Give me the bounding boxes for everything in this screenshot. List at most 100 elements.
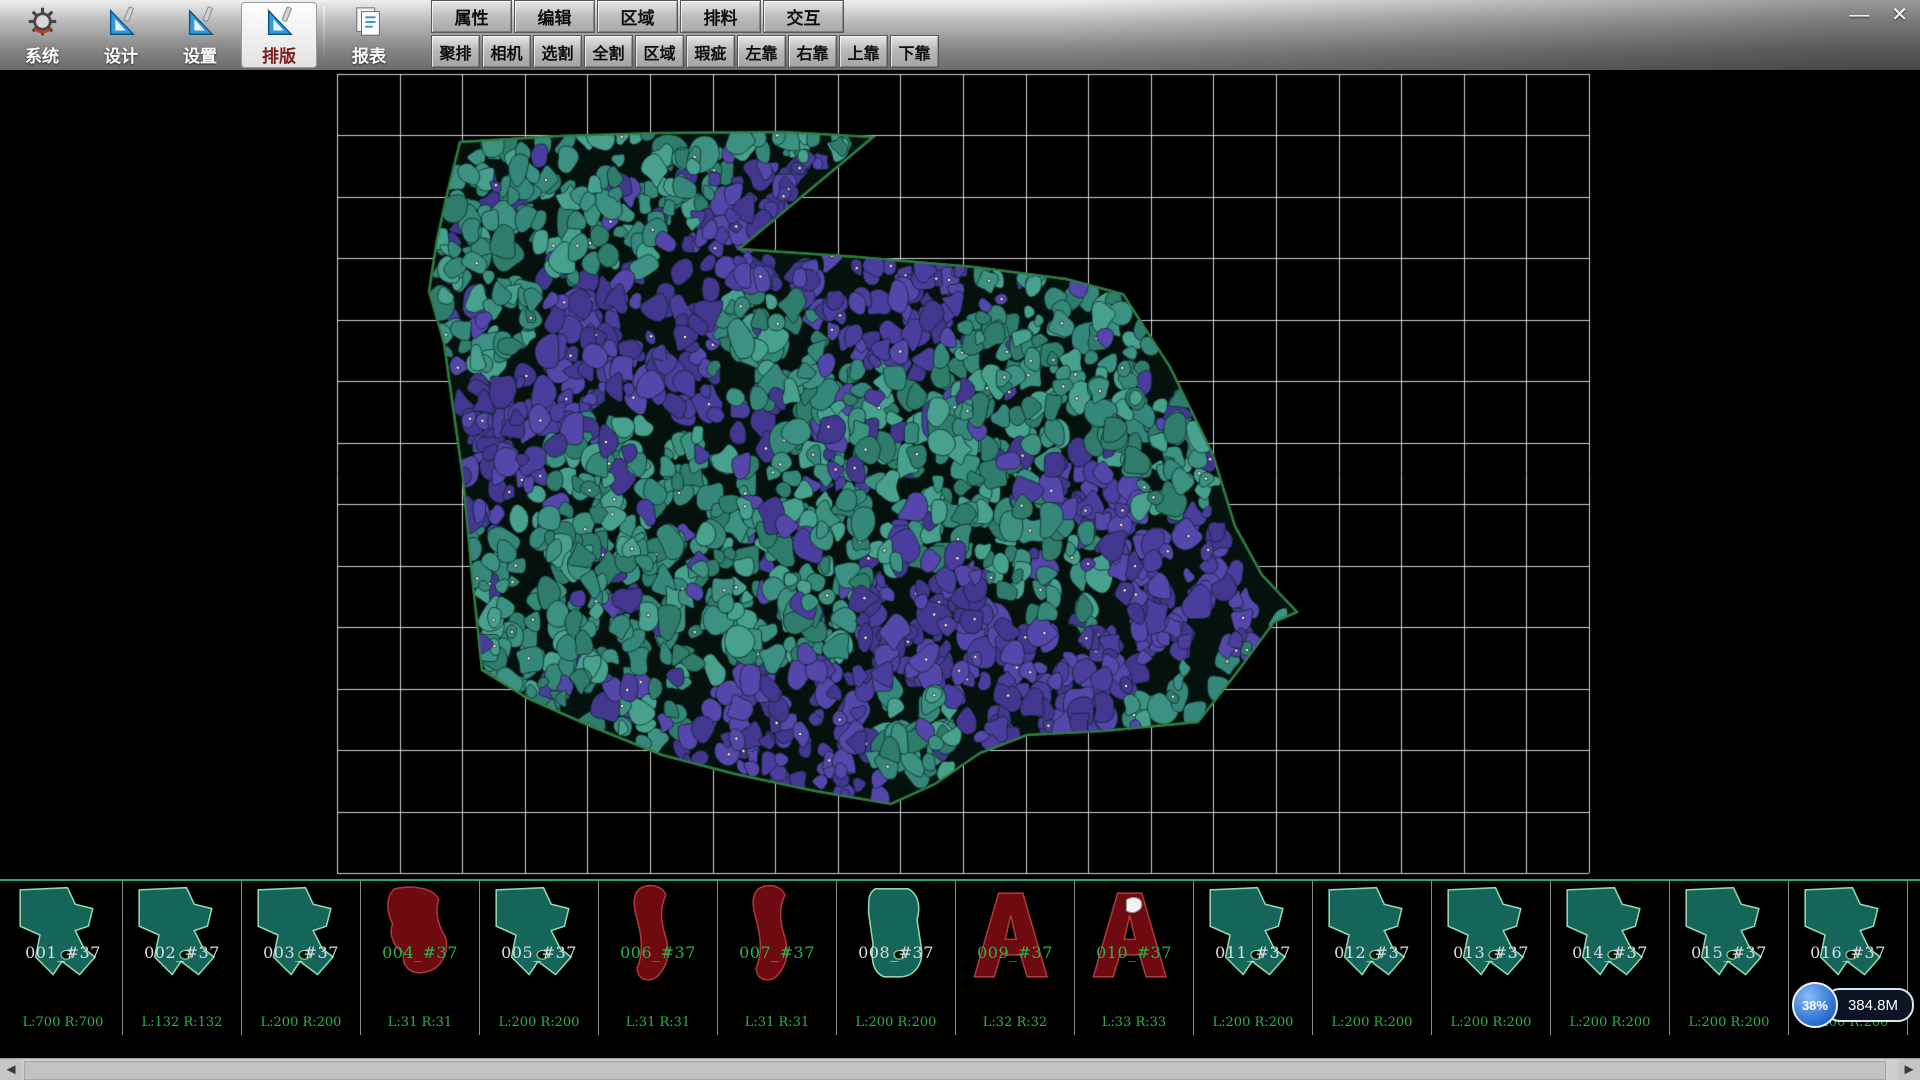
tool-button-9[interactable]: 上靠 xyxy=(839,35,888,68)
piece-lr-count: L:200 R:200 xyxy=(480,1015,598,1030)
piece-thumbnail-003_#37[interactable]: 003_#37L:200 R:200 xyxy=(242,881,361,1035)
tool-button-6[interactable]: 瑕疵 xyxy=(686,35,735,68)
setup-icon xyxy=(184,4,216,40)
piece-label: 001_#37 xyxy=(4,943,122,962)
piece-label: 004_#37 xyxy=(361,943,479,962)
app-button-5[interactable]: 报表 xyxy=(331,2,407,68)
piece-shape xyxy=(602,883,712,987)
app-button-4[interactable]: 排版 xyxy=(241,2,317,68)
close-button[interactable]: ✕ xyxy=(1891,4,1908,26)
report-icon xyxy=(353,4,385,40)
app-button-1[interactable]: 系统 xyxy=(4,2,80,68)
app-button-2[interactable]: 设计 xyxy=(83,2,159,68)
piece-label: 009_#37 xyxy=(956,943,1074,962)
piece-lr-count: L:32 R:32 xyxy=(956,1015,1074,1030)
piece-lr-count: L:200 R:200 xyxy=(1194,1015,1312,1030)
piece-shape xyxy=(840,883,950,987)
piece-label: 002_#37 xyxy=(123,943,241,962)
piece-lr-count: L:31 R:31 xyxy=(361,1015,479,1030)
piece-shape xyxy=(1197,883,1307,987)
piece-shape xyxy=(721,883,831,987)
tool-button-4[interactable]: 全割 xyxy=(584,35,633,68)
piece-label: 013_#37 xyxy=(1432,943,1550,962)
piece-shape xyxy=(483,883,593,987)
piece-lr-count: L:200 R:200 xyxy=(1432,1015,1550,1030)
tool-button-5[interactable]: 区域 xyxy=(635,35,684,68)
piece-thumbnail-008_#37[interactable]: 008_#37 L:200 R:200 xyxy=(837,881,956,1035)
tool-button-7[interactable]: 左靠 xyxy=(737,35,786,68)
menu-tab-2[interactable]: 编辑 xyxy=(514,0,595,33)
menu-tab-3[interactable]: 区域 xyxy=(597,0,678,33)
status-badge: 38% 384.8M xyxy=(1792,982,1914,1028)
piece-shape xyxy=(7,883,117,987)
scroll-right-arrow-icon[interactable]: ► xyxy=(1898,1059,1920,1080)
piece-label: 007_#37 xyxy=(718,943,836,962)
piece-shape xyxy=(245,883,355,987)
scrollbar-thumb[interactable] xyxy=(24,1061,1886,1080)
menu-tab-1[interactable]: 属性 xyxy=(431,0,512,33)
nest-icon xyxy=(263,4,295,40)
piece-shape xyxy=(959,883,1069,987)
piece-lr-count: L:200 R:200 xyxy=(1670,1015,1788,1030)
piece-lr-count: L:200 R:200 xyxy=(837,1015,955,1030)
top-toolbar: 系统设计设置排版报表 属性编辑区域排料交互 聚排相机选割全割区域瑕疵左靠右靠上靠… xyxy=(0,0,1920,70)
piece-shape xyxy=(1792,883,1902,987)
piece-shape xyxy=(1078,883,1188,987)
tool-button-2[interactable]: 相机 xyxy=(482,35,531,68)
minimize-button[interactable]: — xyxy=(1849,4,1869,26)
piece-label: 012_#37 xyxy=(1313,943,1431,962)
piece-thumbnail-011_#37[interactable]: 011_#37 L:200 R:200 xyxy=(1194,881,1313,1035)
piece-thumbnail-004_#37[interactable]: 004_#37 L:31 R:31 xyxy=(361,881,480,1035)
piece-label: 010_#37 xyxy=(1075,943,1193,962)
piece-thumbnail-009_#37[interactable]: 009_#37 L:32 R:32 xyxy=(956,881,1075,1035)
menu-tab-row: 属性编辑区域排料交互 xyxy=(431,0,941,33)
app-button-label: 设置 xyxy=(183,42,217,67)
tool-button-3[interactable]: 选割 xyxy=(533,35,582,68)
design-icon xyxy=(105,4,137,40)
piece-lr-count: L:33 R:33 xyxy=(1075,1015,1193,1030)
piece-lr-count: L:200 R:200 xyxy=(1313,1015,1431,1030)
gear-icon xyxy=(26,4,59,40)
horizontal-scrollbar[interactable]: ◄ ► xyxy=(0,1058,1920,1080)
app-button-3[interactable]: 设置 xyxy=(162,2,238,68)
piece-thumbnail-014_#37[interactable]: 014_#37L:200 R:200 xyxy=(1551,881,1670,1035)
piece-thumbnail-001_#37[interactable]: 001_#37 L:700 R:700 xyxy=(4,881,123,1035)
menu-tab-5[interactable]: 交互 xyxy=(763,0,844,33)
piece-label: 008_#37 xyxy=(837,943,955,962)
piece-thumbnail-002_#37[interactable]: 002_#37 L:132 R:132 xyxy=(123,881,242,1035)
piece-lr-count: L:200 R:200 xyxy=(1551,1015,1669,1030)
piece-shape xyxy=(1435,883,1545,987)
piece-lr-count: L:700 R:700 xyxy=(4,1015,122,1030)
nesting-canvas[interactable] xyxy=(0,70,1920,879)
piece-thumbnail-007_#37[interactable]: 007_#37 L:31 R:31 xyxy=(718,881,837,1035)
piece-thumbnail-010_#37[interactable]: 010_#37 L:33 R:33 xyxy=(1075,881,1194,1035)
window-controls: — ✕ xyxy=(1849,4,1908,26)
piece-thumbnail-012_#37[interactable]: 012_#37 L:200 R:200 xyxy=(1313,881,1432,1035)
piece-shape xyxy=(1911,883,1920,987)
piece-label: 011_#37 xyxy=(1194,943,1312,962)
piece-label: 016_#37 xyxy=(1789,943,1907,962)
tool-button-10[interactable]: 下靠 xyxy=(890,35,939,68)
piece-shape xyxy=(126,883,236,987)
scroll-left-arrow-icon[interactable]: ◄ xyxy=(0,1059,22,1080)
piece-lr-count: L:132 R:132 xyxy=(123,1015,241,1030)
piece-thumbnail-013_#37[interactable]: 013_#37 L:200 R:200 xyxy=(1432,881,1551,1035)
piece-shape xyxy=(1673,883,1783,987)
progress-percent-badge: 38% xyxy=(1792,982,1838,1028)
tool-button-8[interactable]: 右靠 xyxy=(788,35,837,68)
piece-lr-count: L:31 R:31 xyxy=(718,1015,836,1030)
app-button-group: 系统 设计 设置排版报表 xyxy=(0,0,411,70)
piece-lr-count: L:31 R:31 xyxy=(599,1015,717,1030)
piece-thumbnail-005_#37[interactable]: 005_#37L:200 R:200 xyxy=(480,881,599,1035)
piece-thumbnail-015_#37[interactable]: 015_#37 L:200 R:200 xyxy=(1670,881,1789,1035)
app-button-label: 系统 xyxy=(25,42,59,67)
piece-label: 003_#37 xyxy=(242,943,360,962)
app-button-label: 设计 xyxy=(104,42,138,67)
ribbon: 属性编辑区域排料交互 聚排相机选割全割区域瑕疵左靠右靠上靠下靠 xyxy=(431,0,941,70)
tool-button-1[interactable]: 聚排 xyxy=(431,35,480,68)
nesting-work-area[interactable] xyxy=(0,70,1920,879)
piece-thumbnail-006_#37[interactable]: 006_#37 L:31 R:31 xyxy=(599,881,718,1035)
menu-tab-4[interactable]: 排料 xyxy=(680,0,761,33)
piece-label: 015_#37 xyxy=(1670,943,1788,962)
piece-label: 006_#37 xyxy=(599,943,717,962)
